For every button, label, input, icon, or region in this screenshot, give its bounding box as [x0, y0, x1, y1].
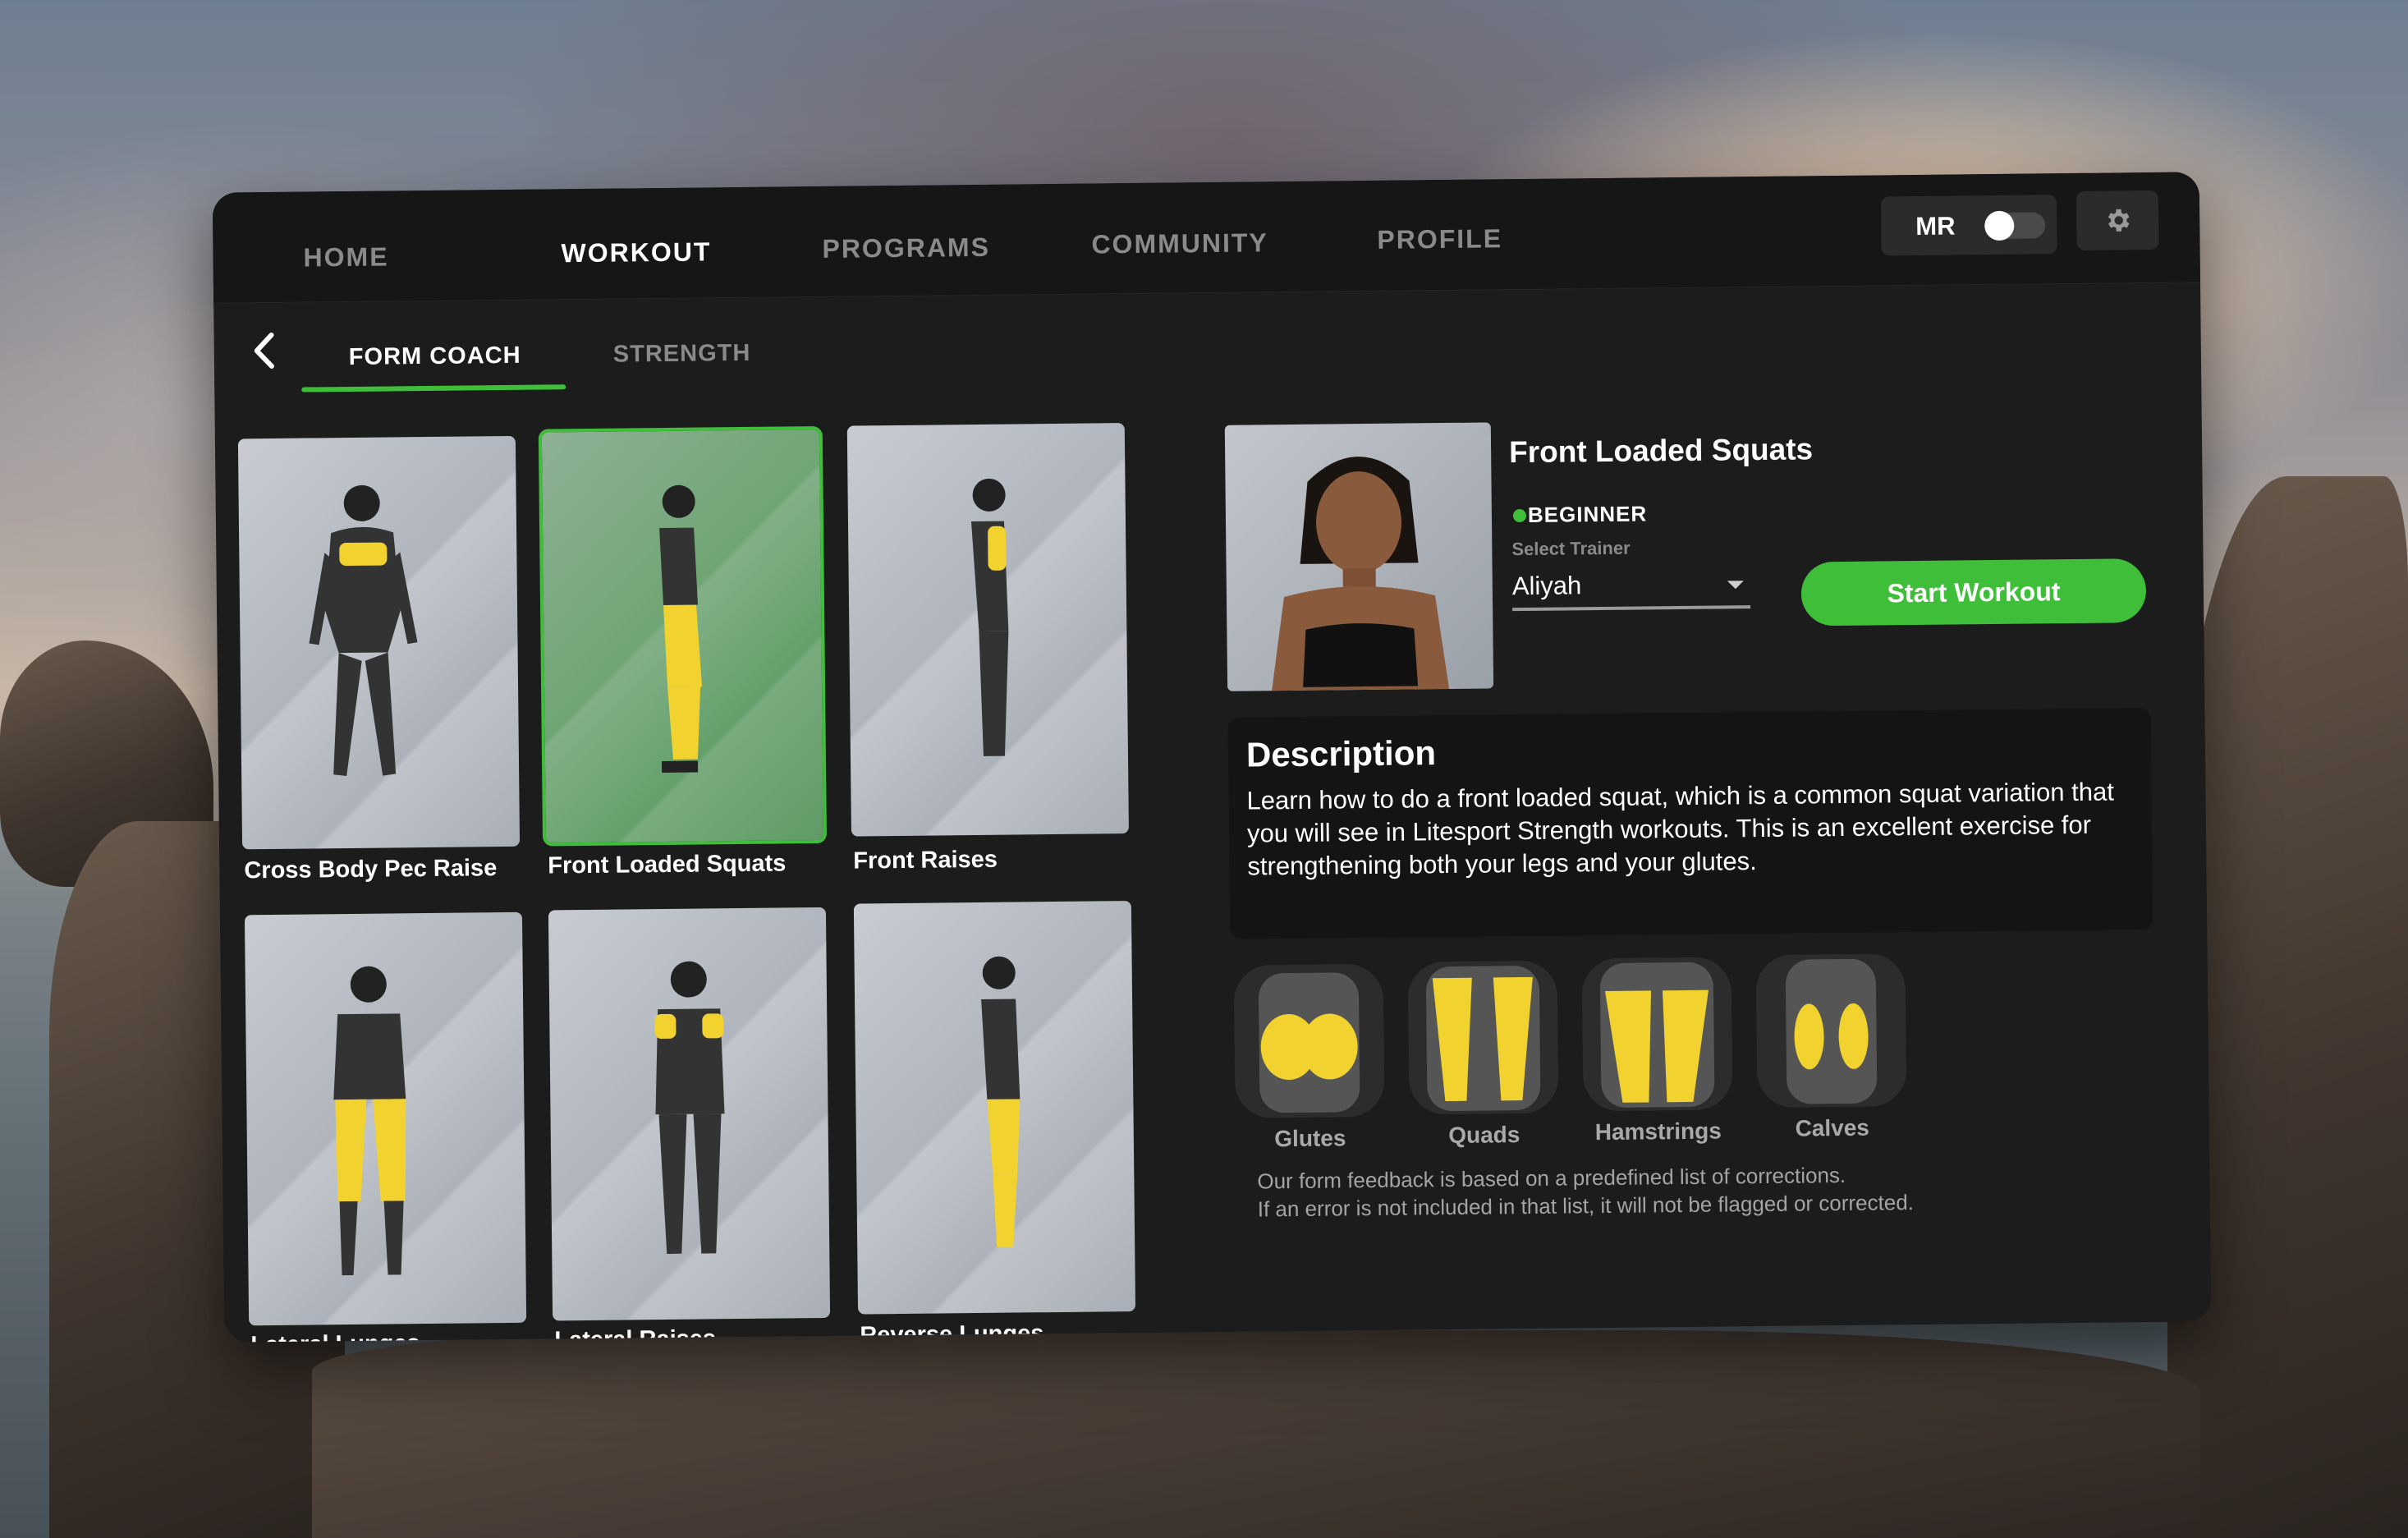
- muscle-quads: [1407, 960, 1559, 1115]
- top-nav: HOME WORKOUT PROGRAMS COMMUNITY PROFILE …: [212, 172, 2201, 304]
- exercise-card[interactable]: [853, 901, 1136, 1315]
- muscle-glutes: [1233, 963, 1385, 1118]
- tab-strength[interactable]: STRENGTH: [613, 340, 751, 369]
- nav-home[interactable]: HOME: [303, 241, 388, 273]
- body-figure-icon: [970, 478, 1009, 756]
- trainer-select-value: Aliyah: [1511, 571, 1582, 601]
- start-workout-button[interactable]: Start Workout: [1800, 558, 2147, 627]
- active-tab-indicator: [301, 384, 566, 393]
- body-figure-icon: [333, 966, 406, 1276]
- exercise-card-selected[interactable]: [538, 425, 828, 847]
- exercise-card[interactable]: [237, 435, 521, 850]
- chevron-left-icon: [254, 332, 274, 369]
- body-figure-icon: [654, 961, 725, 1254]
- muscle-label: Calves: [1795, 1114, 1870, 1141]
- rock-bottom: [312, 1330, 2200, 1538]
- trainer-photo: [1224, 422, 1494, 691]
- body-figure-icon: [309, 484, 418, 777]
- exercise-card[interactable]: [244, 911, 527, 1326]
- muscle-label: Hamstrings: [1594, 1118, 1722, 1145]
- gear-icon: [2108, 209, 2130, 232]
- exercise-label: Lateral Lunges: [250, 1330, 420, 1342]
- back-button[interactable]: [248, 330, 282, 371]
- exercise-label: Cross Body Pec Raise: [244, 855, 498, 884]
- tab-form-coach[interactable]: FORM COACH: [349, 342, 521, 371]
- exercise-card[interactable]: [548, 907, 831, 1321]
- body-figure-icon: [981, 956, 1021, 1247]
- muscle-label: Glutes: [1274, 1125, 1346, 1152]
- exercise-label: Front Loaded Squats: [548, 850, 787, 879]
- exercise-card[interactable]: [846, 423, 1129, 837]
- body-figure-icon: [659, 484, 703, 774]
- trainer-select[interactable]: Aliyah: [1511, 562, 1751, 612]
- muscle-label: Quads: [1448, 1122, 1520, 1149]
- mr-switch-track[interactable]: [1984, 210, 2046, 241]
- description-box: Description Learn how to do a front load…: [1227, 708, 2153, 939]
- trainer-select-label: Select Trainer: [1511, 537, 1631, 560]
- main-panel: HOME WORKOUT PROGRAMS COMMUNITY PROFILE …: [212, 172, 2212, 1343]
- calves-icon: [1785, 958, 1878, 1104]
- mr-label: MR: [1915, 211, 1956, 241]
- muscle-calves: [1755, 953, 1907, 1109]
- nav-workout[interactable]: WORKOUT: [561, 236, 711, 269]
- hamstrings-icon: [1599, 962, 1715, 1108]
- settings-button[interactable]: [2075, 190, 2159, 250]
- nav-profile[interactable]: PROFILE: [1377, 223, 1502, 255]
- level-badge: BEGINNER: [1527, 501, 1648, 527]
- glutes-icon: [1259, 972, 1360, 1113]
- exercise-label: Front Raises: [853, 846, 998, 875]
- mr-toggle[interactable]: MR: [1880, 195, 2057, 256]
- nav-community[interactable]: COMMUNITY: [1091, 227, 1268, 259]
- muscle-hamstrings: [1581, 957, 1733, 1112]
- mr-switch-knob: [1984, 210, 2015, 241]
- level-dot: [1512, 508, 1527, 523]
- trainer-image: [1272, 457, 1450, 691]
- quads-icon: [1426, 966, 1541, 1111]
- description-text: Learn how to do a front loaded squat, wh…: [1246, 777, 2115, 881]
- form-feedback-note: Our form feedback is based on a predefin…: [1257, 1158, 2161, 1224]
- chevron-down-icon: [1727, 581, 1744, 590]
- nav-programs[interactable]: PROGRAMS: [822, 232, 990, 264]
- description-title: Description: [1245, 733, 1437, 774]
- exercise-title: Front Loaded Squats: [1508, 432, 1814, 470]
